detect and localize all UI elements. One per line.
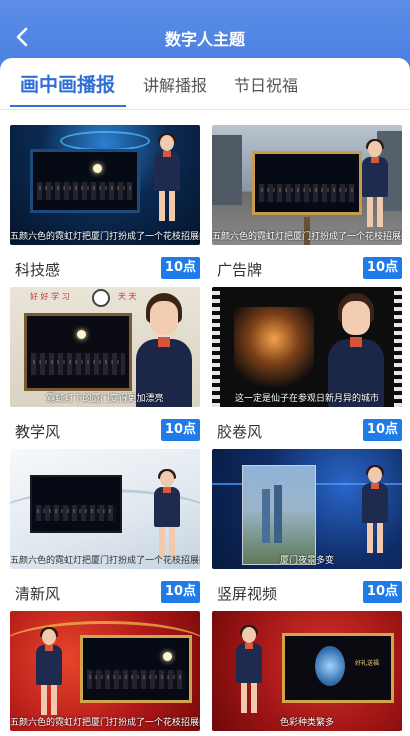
board-slogan-right: 天 天 xyxy=(118,292,137,301)
price-badge: 10点 xyxy=(160,257,200,279)
theme-thumbnail: 这一定是仙子在参观日新月异的城市 xyxy=(212,287,402,407)
page-title: 数字人主题 xyxy=(164,30,245,49)
theme-name: 胶卷风 xyxy=(217,423,263,441)
tab-bar: 画中画播报 讲解播报 节日祝福 xyxy=(0,58,410,110)
price-badge: 10点 xyxy=(362,581,402,603)
thumbnail-subtitle: 五颜六色的霓虹灯把厦门打扮成了一个花枝招展的仙子 xyxy=(10,232,200,242)
thumbnail-subtitle: 这一定是仙子在参观日新月异的城市 xyxy=(234,394,379,404)
theme-name: 竖屏视频 xyxy=(217,585,278,603)
theme-thumbnail: 五颜六色的霓虹灯把厦门打扮成了一个花枝招展的仙子 xyxy=(10,611,200,731)
theme-thumbnail: 五颜六色的霓虹灯把厦门打扮成了一个花枝招展的仙子 xyxy=(212,125,402,245)
price-badge: 10点 xyxy=(362,257,402,279)
tab-holiday-greetings[interactable]: 节日祝福 xyxy=(234,72,298,96)
theme-name: 清新风 xyxy=(15,585,61,603)
active-tab-indicator xyxy=(10,105,126,107)
clock-icon xyxy=(92,289,110,307)
theme-thumbnail: 好 好 学 习 天 天 霓虹灯下的厦门变得更加漂亮 xyxy=(10,287,200,407)
sign-text: 好礼送福 xyxy=(355,660,380,667)
thumbnail-subtitle: 霓虹灯下的厦门变得更加漂亮 xyxy=(46,394,164,404)
globe-icon xyxy=(315,646,345,686)
theme-thumbnail: 厦门夜景多变 xyxy=(212,449,402,569)
theme-thumbnail: 五颜六色的霓虹灯把厦门打扮成了一个花枝招展的仙子 xyxy=(10,125,200,245)
tab-explain-broadcast[interactable]: 讲解播报 xyxy=(143,72,207,96)
theme-thumbnail: 好礼送福 色彩种类繁多 xyxy=(212,611,402,731)
board-slogan-left: 好 好 学 习 xyxy=(30,292,70,301)
price-badge: 10点 xyxy=(362,419,402,441)
theme-name: 广告牌 xyxy=(217,261,263,279)
tab-pip-broadcast[interactable]: 画中画播报 xyxy=(20,70,115,97)
thumbnail-subtitle: 五颜六色的霓虹灯把厦门打扮成了一个花枝招展的仙子 xyxy=(10,718,200,728)
theme-thumbnail: 五颜六色的霓虹灯把厦门打扮成了一个花枝招展的仙子 xyxy=(10,449,200,569)
thumbnail-subtitle: 厦门夜景多变 xyxy=(279,556,334,566)
price-badge: 10点 xyxy=(160,419,200,441)
theme-name: 科技感 xyxy=(15,261,61,279)
theme-name: 教学风 xyxy=(15,423,61,441)
thumbnail-subtitle: 五颜六色的霓虹灯把厦门打扮成了一个花枝招展的仙子 xyxy=(10,556,200,566)
thumbnail-subtitle: 色彩种类繁多 xyxy=(279,718,334,728)
thumbnail-subtitle: 五颜六色的霓虹灯把厦门打扮成了一个花枝招展的仙子 xyxy=(212,232,402,242)
price-badge: 10点 xyxy=(160,581,200,603)
